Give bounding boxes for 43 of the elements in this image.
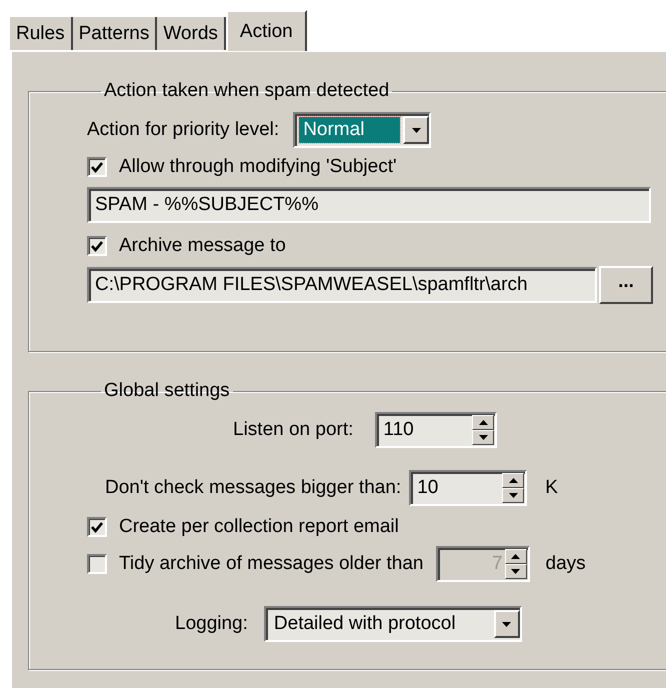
checkbox[interactable]	[87, 236, 107, 256]
unit-label: days	[546, 553, 586, 575]
down-arrow-icon	[478, 435, 488, 440]
spin-field[interactable]: 110	[375, 412, 498, 448]
spin-arrows[interactable]	[502, 473, 524, 503]
dropdown[interactable]: Detailed with protocol	[264, 606, 522, 642]
checkbox-label[interactable]: Allow through modifying 'Subject'	[119, 156, 397, 178]
down-arrow-icon	[412, 128, 421, 132]
dropdown-arrow-button[interactable]	[494, 610, 520, 638]
checkbox[interactable]	[87, 517, 107, 537]
tab[interactable]: Action	[226, 10, 307, 51]
field-label: Logging:	[175, 613, 248, 635]
up-arrow-icon	[508, 478, 518, 483]
browse-button[interactable]: ...	[599, 266, 653, 304]
field-label: Don't check messages bigger than:	[105, 477, 402, 499]
checkmark-icon	[91, 522, 103, 532]
tab[interactable]: Words	[157, 17, 226, 50]
spin-arrows[interactable]	[472, 415, 494, 445]
tab[interactable]: Rules	[10, 17, 73, 50]
checkbox-label[interactable]: Archive message to	[119, 235, 286, 257]
checkmark-icon	[91, 162, 103, 172]
field-label: Listen on port:	[233, 419, 354, 441]
group-title: Global settings	[103, 380, 231, 402]
spin-field[interactable]: 10	[409, 470, 528, 506]
tab[interactable]: Patterns	[72, 17, 158, 50]
input-field[interactable]: SPAM - %%SUBJECT%%	[87, 187, 651, 223]
down-arrow-icon	[508, 493, 518, 498]
input-field[interactable]: C:\PROGRAM FILES\SPAMWEASEL\spamfltr\arch	[87, 267, 597, 303]
unit-label: K	[545, 477, 558, 499]
checkbox[interactable]	[87, 157, 107, 177]
dropdown-arrow-button[interactable]	[403, 116, 430, 144]
down-arrow-icon	[502, 622, 512, 626]
down-arrow-icon	[511, 569, 520, 574]
group-title: Action taken when spam detected	[103, 80, 390, 102]
checkmark-icon	[91, 240, 103, 252]
spin-arrows[interactable]	[504, 549, 527, 579]
checkbox-label[interactable]: Create per collection report email	[119, 516, 399, 538]
up-arrow-icon	[511, 554, 520, 559]
dropdown[interactable]: Normal	[293, 112, 432, 148]
field-label: Action for priority level:	[87, 119, 280, 141]
up-arrow-icon	[478, 420, 488, 425]
checkbox-label[interactable]: Tidy archive of messages older than	[119, 553, 424, 575]
checkbox[interactable]	[87, 554, 107, 574]
